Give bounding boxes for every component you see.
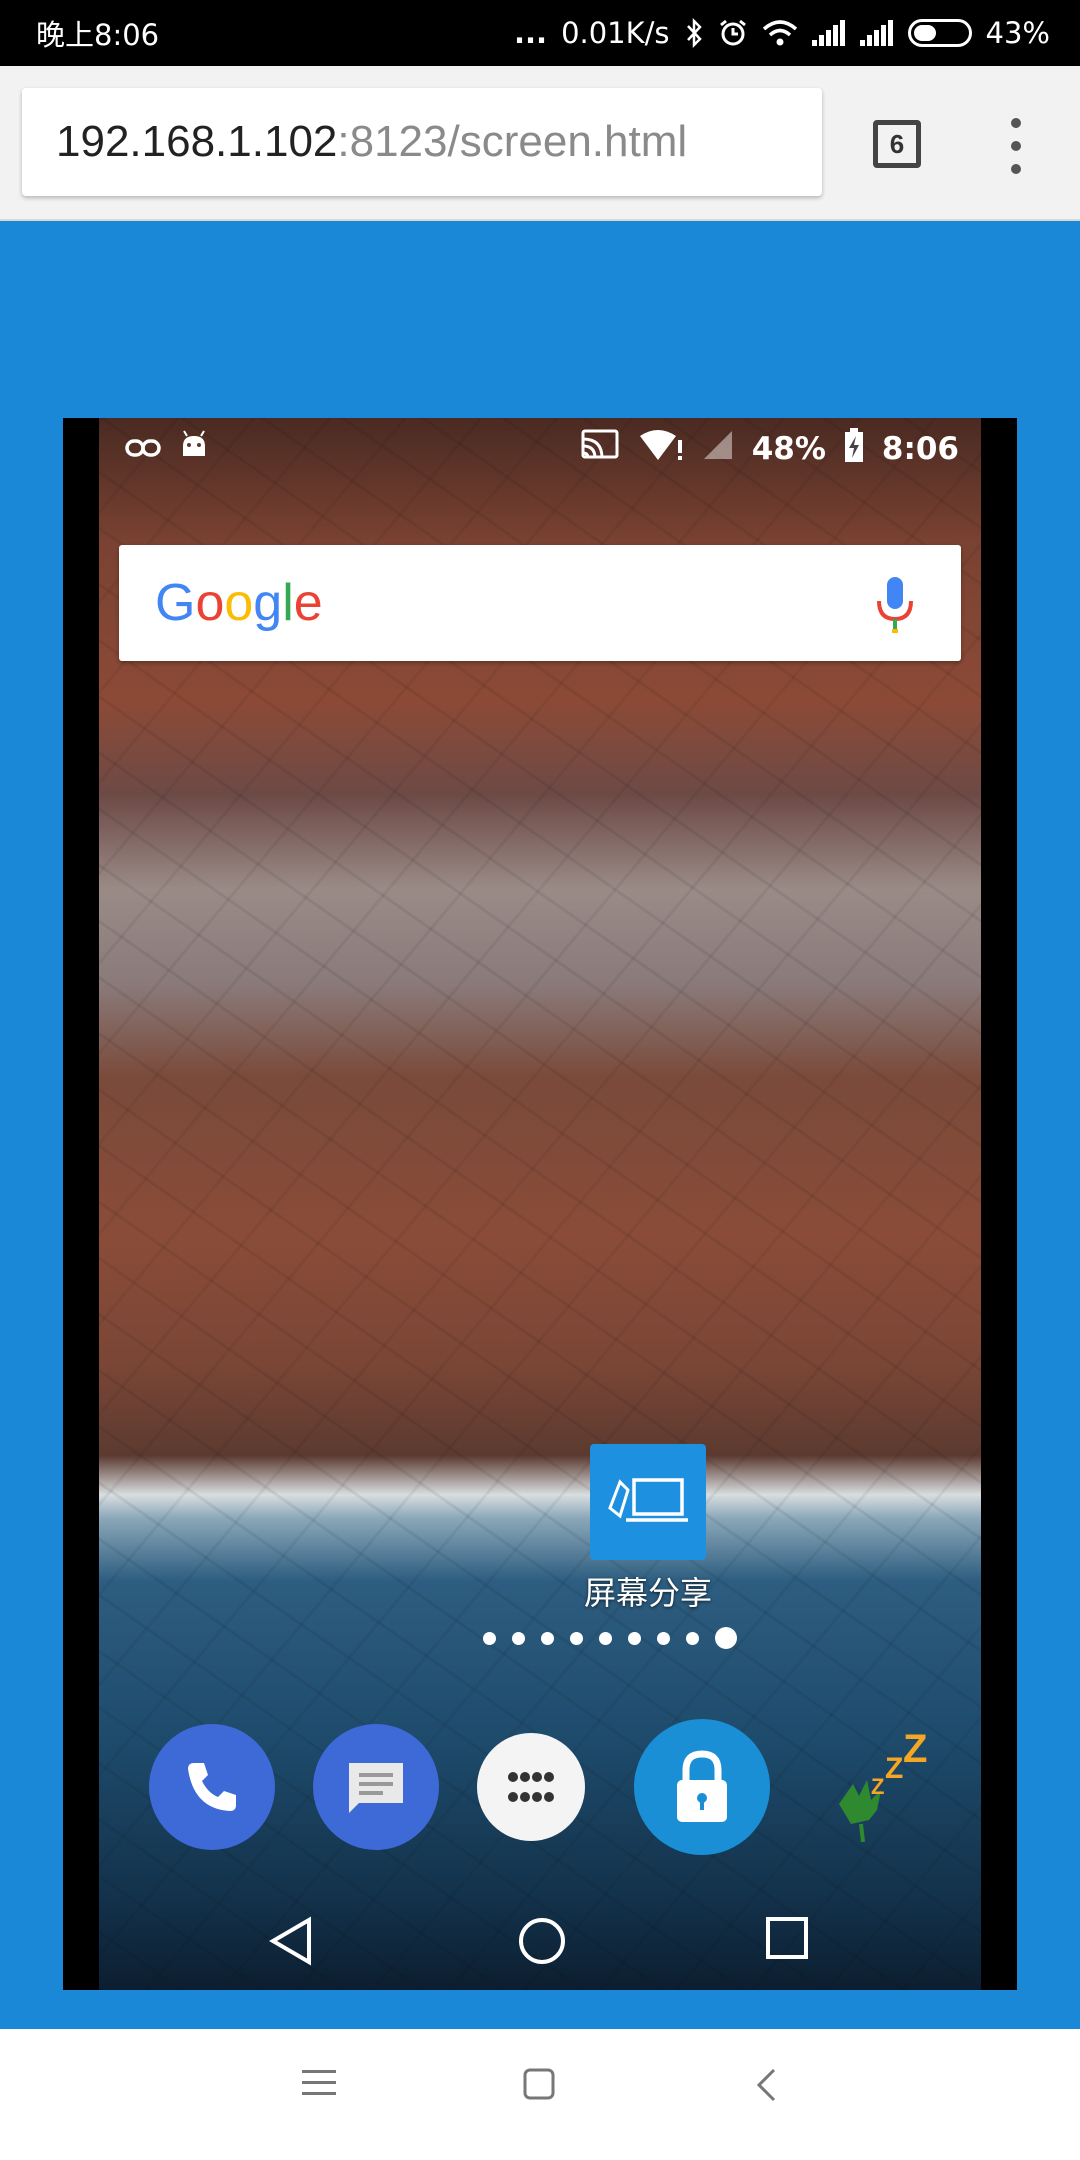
page-dot	[541, 1631, 554, 1645]
page-dot	[483, 1631, 496, 1645]
address-bar[interactable]: 192.168.1.102:8123/screen.html	[22, 88, 822, 196]
alarm-icon	[718, 18, 748, 48]
page-dot	[512, 1631, 525, 1645]
home-icon[interactable]	[522, 2067, 556, 2105]
overflow-menu-button[interactable]	[998, 118, 1034, 174]
mirrored-nav-bar	[99, 1896, 981, 1990]
svg-text:Z: Z	[885, 1752, 903, 1785]
recents-icon[interactable]	[765, 1916, 809, 1964]
signal-icon-2	[859, 20, 894, 46]
page-dot-active	[715, 1627, 737, 1649]
back-icon[interactable]	[754, 2067, 778, 2107]
home-page-indicator	[99, 1626, 981, 1650]
mirrored-screen-frame[interactable]: 48% 8:06 Google 屏幕分享 Z Z Z	[63, 418, 1017, 1990]
menu-icon[interactable]	[300, 2067, 338, 2101]
google-search-bar[interactable]: Google	[119, 545, 961, 661]
status-time: 晚上8:06	[36, 18, 160, 52]
sleep-icon[interactable]: ZZZ	[809, 1724, 939, 1854]
app-drawer-icon[interactable]	[477, 1733, 585, 1841]
menu-dot-icon	[1011, 141, 1021, 151]
browser-toolbar: 192.168.1.102:8123/screen.html 6	[0, 66, 1080, 221]
url-path: :8123/screen.html	[337, 117, 688, 166]
page-dot	[570, 1631, 583, 1645]
more-notifications-icon: ...	[514, 16, 548, 50]
tab-switcher-button[interactable]: 6	[873, 120, 921, 168]
signal-icon-1	[811, 20, 846, 46]
mirrored-status-bar: 48% 8:06	[99, 418, 981, 480]
android-icon	[179, 430, 209, 468]
menu-dot-icon	[1011, 118, 1021, 128]
svg-text:Z: Z	[871, 1774, 884, 1799]
phone-icon[interactable]	[149, 1724, 275, 1850]
network-speed: 0.01K/s	[561, 16, 670, 50]
google-logo: Google	[155, 574, 323, 632]
home-icon[interactable]	[517, 1916, 567, 1970]
charging-battery-icon	[844, 428, 864, 470]
page-dot	[657, 1631, 670, 1645]
url-host: 192.168.1.102	[56, 117, 338, 166]
back-icon[interactable]	[269, 1916, 315, 1970]
no-signal-icon	[702, 429, 734, 469]
screen-share-app-icon[interactable]	[590, 1444, 706, 1560]
svg-text:Z: Z	[903, 1727, 927, 1771]
mirrored-time: 8:06	[881, 431, 959, 467]
bluetooth-icon	[684, 18, 704, 48]
wifi-warning-icon	[638, 428, 684, 470]
wifi-icon	[762, 19, 798, 47]
link-icon	[125, 431, 161, 467]
page-dot	[628, 1631, 641, 1645]
voice-search-mic-icon[interactable]	[873, 575, 917, 635]
app-dock: ZZZ	[99, 1719, 981, 1864]
page-dot	[599, 1631, 612, 1645]
battery-percent: 43%	[985, 16, 1050, 50]
mirrored-battery-percent: 48%	[751, 431, 826, 467]
system-status-bar: 晚上8:06 ... 0.01K/s 43%	[0, 0, 1080, 66]
lock-icon[interactable]	[634, 1719, 770, 1855]
menu-dot-icon	[1011, 164, 1021, 174]
messages-icon[interactable]	[313, 1724, 439, 1850]
screen-share-app-label[interactable]: 屏幕分享	[548, 1568, 748, 1614]
page-dot	[686, 1631, 699, 1645]
web-page: 48% 8:06 Google 屏幕分享 Z Z Z	[0, 221, 1080, 2029]
battery-icon	[907, 19, 972, 47]
cast-icon	[580, 429, 620, 469]
system-nav-bar	[0, 2029, 1080, 2160]
mirrored-phone-screen[interactable]: 48% 8:06 Google 屏幕分享 Z Z Z	[99, 418, 981, 1990]
